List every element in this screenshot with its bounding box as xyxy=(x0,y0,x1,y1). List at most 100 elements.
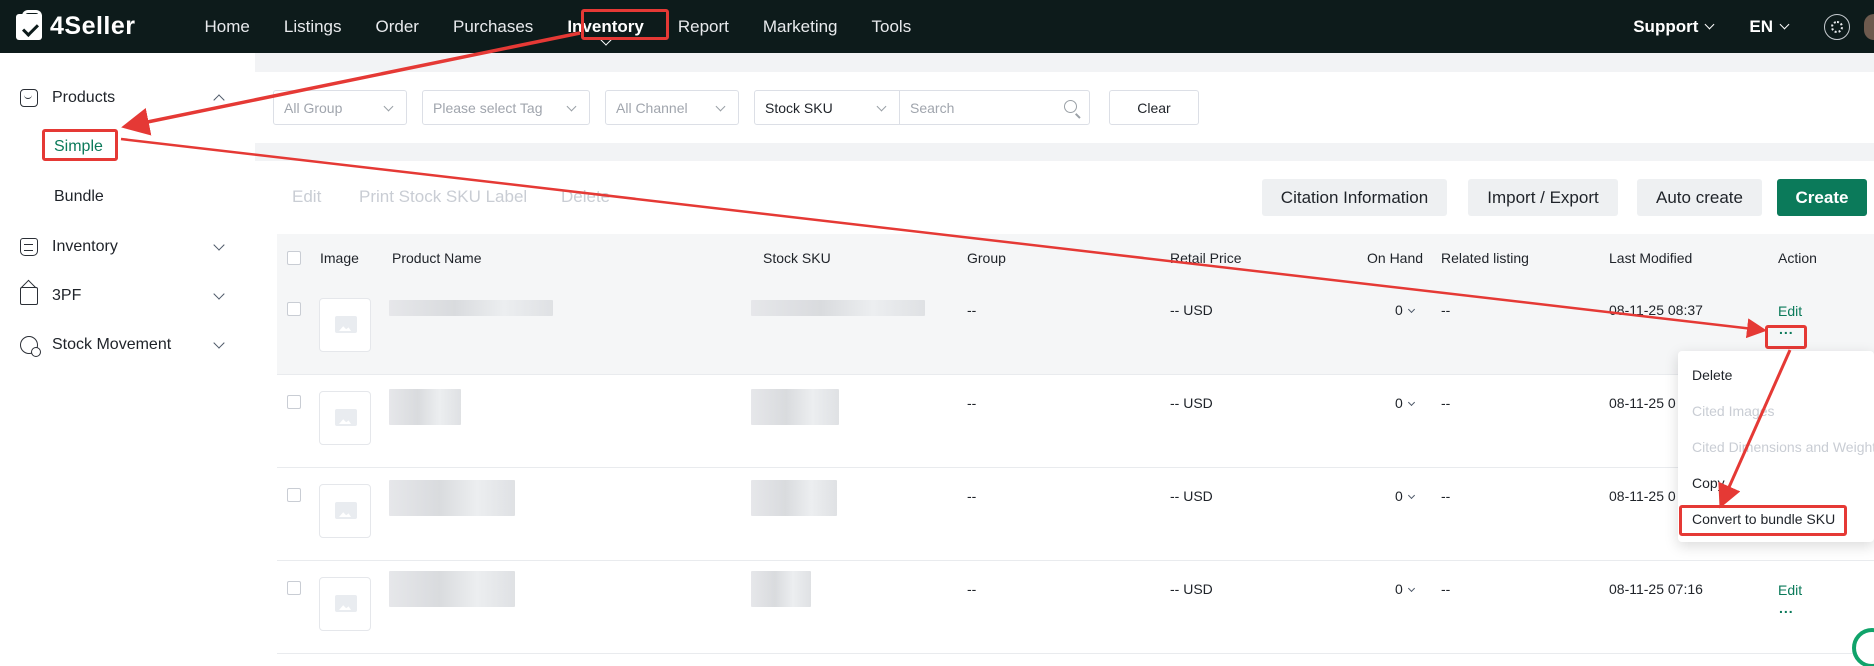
menu-item-delete[interactable]: Delete xyxy=(1678,357,1874,393)
col-retail-price: Retail Price xyxy=(1170,250,1242,266)
table-row[interactable]: -- -- USD 0 -- 08-11-25 08:37 Edit ... xyxy=(277,282,1874,375)
table-header: Image Product Name Stock SKU Group Retai… xyxy=(277,234,1874,282)
search-placeholder: Search xyxy=(910,99,955,116)
sidebar-item-inventory[interactable]: Inventory xyxy=(0,222,255,271)
nav-report[interactable]: Report xyxy=(661,0,746,53)
product-name-redacted xyxy=(389,300,553,316)
col-group: Group xyxy=(967,250,1006,266)
row-related-listing: -- xyxy=(1441,581,1451,597)
bulk-edit-button[interactable]: Edit xyxy=(292,187,321,207)
row-on-hand[interactable]: 0 xyxy=(1395,302,1415,318)
nav-home[interactable]: Home xyxy=(188,0,267,53)
row-group: -- xyxy=(967,581,977,597)
citation-information-button[interactable]: Citation Information xyxy=(1262,179,1447,216)
box-icon xyxy=(20,237,38,256)
select-all-checkbox[interactable] xyxy=(287,251,301,265)
product-name-redacted xyxy=(389,389,461,425)
chevron-down-icon xyxy=(213,288,225,300)
sidebar-item-label: Products xyxy=(52,88,116,106)
nav-marketing[interactable]: Marketing xyxy=(746,0,855,53)
sidebar-item-products[interactable]: Products xyxy=(0,73,255,122)
row-on-hand[interactable]: 0 xyxy=(1395,395,1415,411)
stock-movement-icon xyxy=(20,335,41,357)
row-edit-link[interactable]: Edit xyxy=(1778,582,1802,598)
brand-name: 4Seller xyxy=(50,12,136,40)
top-navbar: 4Seller Home Listings Order Purchases In… xyxy=(0,0,1874,53)
import-export-button[interactable]: Import / Export xyxy=(1468,179,1618,216)
col-image: Image xyxy=(320,250,359,266)
row-checkbox[interactable] xyxy=(287,581,301,595)
row-more-button[interactable]: ... xyxy=(1779,600,1794,616)
nav-order[interactable]: Order xyxy=(359,0,436,53)
sidebar-item-bundle[interactable]: Bundle xyxy=(0,172,255,222)
table-row[interactable]: -- -- USD 0 -- 08-11-25 07:16 Edit ... xyxy=(277,561,1874,654)
row-more-button[interactable]: ... xyxy=(1779,321,1794,337)
sidebar-item-stock-movement[interactable]: Stock Movement xyxy=(0,320,255,369)
tag-select[interactable]: Please select Tag xyxy=(422,90,590,125)
on-hand-value: 0 xyxy=(1395,395,1403,411)
search-input[interactable]: Search xyxy=(899,90,1090,125)
bulk-delete-button[interactable]: Delete xyxy=(561,187,610,207)
row-related-listing: -- xyxy=(1441,488,1451,504)
row-checkbox[interactable] xyxy=(287,302,301,316)
menu-item-copy[interactable]: Copy xyxy=(1678,465,1874,501)
auto-create-button[interactable]: Auto create xyxy=(1637,179,1762,216)
row-on-hand[interactable]: 0 xyxy=(1395,488,1415,504)
filter-bar: All Group Please select Tag All Channel … xyxy=(255,72,1874,143)
nav-purchases[interactable]: Purchases xyxy=(436,0,550,53)
create-button[interactable]: Create xyxy=(1777,179,1867,216)
gear-icon xyxy=(1831,20,1843,33)
table-row[interactable]: -- -- USD 0 -- 08-11-25 0 xyxy=(277,468,1874,561)
nav-tools[interactable]: Tools xyxy=(855,0,929,53)
language-menu[interactable]: EN xyxy=(1749,17,1790,37)
row-group: -- xyxy=(967,302,977,318)
group-select-value: All Group xyxy=(284,99,343,116)
sidebar-item-simple[interactable]: Simple xyxy=(0,122,255,172)
nav-listings[interactable]: Listings xyxy=(267,0,359,53)
chevron-down-icon xyxy=(213,239,225,251)
image-placeholder-icon xyxy=(319,298,371,352)
stock-sku-redacted xyxy=(751,571,811,607)
product-name-redacted xyxy=(389,480,515,516)
chevron-down-icon xyxy=(1779,19,1790,30)
clear-button[interactable]: Clear xyxy=(1109,90,1199,125)
support-menu[interactable]: Support xyxy=(1633,17,1715,37)
col-on-hand: On Hand xyxy=(1367,250,1424,266)
on-hand-value: 0 xyxy=(1395,302,1403,318)
row-last-modified: 08-11-25 0 xyxy=(1609,395,1676,411)
settings-button[interactable] xyxy=(1824,13,1850,40)
chevron-down-icon xyxy=(213,337,225,349)
row-retail-price: -- USD xyxy=(1170,581,1213,597)
row-group: -- xyxy=(967,488,977,504)
sidebar-item-label: 3PF xyxy=(52,286,82,304)
avatar[interactable] xyxy=(1864,13,1874,40)
search-field-value: Stock SKU xyxy=(765,99,833,116)
on-hand-value: 0 xyxy=(1395,581,1403,597)
channel-select-value: All Channel xyxy=(616,99,688,116)
row-related-listing: -- xyxy=(1441,302,1451,318)
table-row[interactable]: -- -- USD 0 -- 08-11-25 0 xyxy=(277,375,1874,468)
col-stock-sku: Stock SKU xyxy=(763,250,831,266)
sidebar-item-3pf[interactable]: 3PF xyxy=(0,271,255,320)
channel-select[interactable]: All Channel xyxy=(605,90,739,125)
sidebar: Products Simple Bundle Inventory 3PF Sto… xyxy=(0,53,255,666)
row-retail-price: -- USD xyxy=(1170,395,1213,411)
products-panel: Edit Print Stock SKU Label Delete Citati… xyxy=(255,161,1874,666)
row-on-hand[interactable]: 0 xyxy=(1395,581,1415,597)
row-last-modified: 08-11-25 07:16 xyxy=(1609,581,1703,597)
search-field-select[interactable]: Stock SKU xyxy=(754,90,900,125)
menu-item-convert-to-bundle[interactable]: Convert to bundle SKU xyxy=(1678,501,1874,537)
image-placeholder-icon xyxy=(319,577,371,631)
image-placeholder-icon xyxy=(319,391,371,445)
print-label-button[interactable]: Print Stock SKU Label xyxy=(359,187,527,207)
row-checkbox[interactable] xyxy=(287,395,301,409)
sidebar-item-label: Stock Movement xyxy=(52,335,172,353)
group-select[interactable]: All Group xyxy=(273,90,407,125)
warehouse-icon xyxy=(20,286,38,305)
search-icon[interactable] xyxy=(1064,100,1077,113)
row-edit-link[interactable]: Edit xyxy=(1778,303,1802,319)
brand-logo[interactable]: 4Seller xyxy=(16,0,136,53)
col-product-name: Product Name xyxy=(392,250,482,266)
row-checkbox[interactable] xyxy=(287,488,301,502)
nav-inventory[interactable]: Inventory xyxy=(550,0,661,53)
